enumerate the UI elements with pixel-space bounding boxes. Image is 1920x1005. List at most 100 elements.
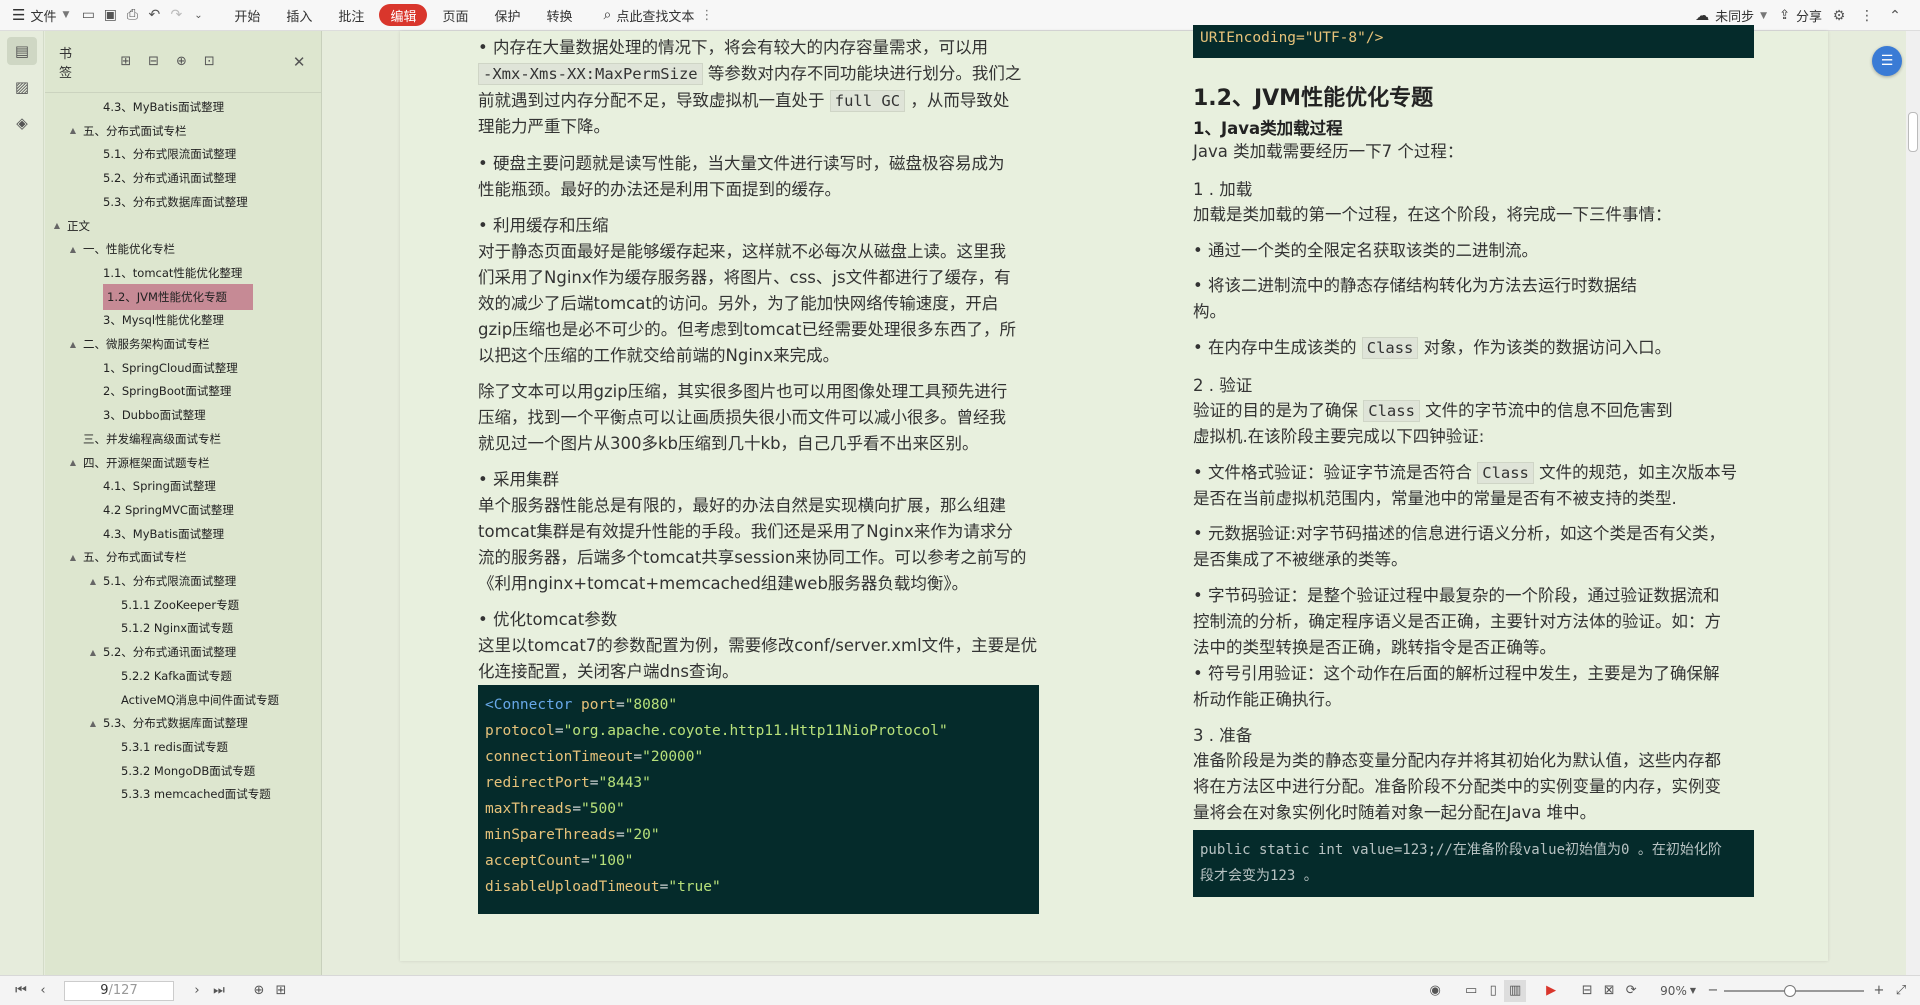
zoom-level[interactable]: 90% [1660,984,1687,998]
zoom-in-icon[interactable]: + [1868,980,1890,1002]
vertical-scrollbar[interactable] [1906,31,1920,975]
zoom-out-icon[interactable]: − [1702,980,1724,1002]
play-icon[interactable]: ▶ [1540,980,1562,1002]
insert-page-icon[interactable]: ⊕ [248,980,270,1002]
annotation-panel-icon[interactable]: ◈ [7,109,37,137]
bookmark-item[interactable]: ▲ 五、分布式面试专栏 [67,544,187,570]
share-button[interactable]: 分享 [1796,6,1822,25]
bookmark-item[interactable]: 5.1.2 Nginx面试专题 [105,615,233,641]
bookmark-item[interactable]: 5.2、分布式通讯面试整理 [87,165,236,191]
bookmark-item[interactable]: ▲ 正文 [51,213,90,239]
tab-3[interactable]: 编辑 [379,4,428,26]
open-folder-icon[interactable]: ▭ [77,4,99,26]
tab-2[interactable]: 批注 [327,4,375,26]
bookmark-item[interactable]: ▲ 四、开源框架面试题专栏 [67,450,210,476]
expand-toggle-icon[interactable]: ▲ [87,719,99,728]
floating-tools-button[interactable]: ☰ [1872,46,1902,76]
expand-toggle-icon[interactable]: ▲ [67,245,79,254]
double-page-view-icon[interactable]: ▥ [1504,979,1527,1002]
fit-width-icon[interactable]: ⊟ [1576,980,1598,1002]
expand-toggle-icon[interactable]: ▲ [67,553,79,562]
expand-toggle-icon[interactable]: ▲ [51,221,63,230]
expand-toggle-icon[interactable]: ▲ [87,577,99,586]
more-dropdown-icon[interactable]: ⌄ [187,4,209,26]
tab-6[interactable]: 转换 [535,4,583,26]
bookmark-item[interactable]: 3、Mysql性能优化整理 [87,307,224,333]
page-number-input[interactable]: 9 /127 [64,980,174,1001]
bookmark-item[interactable]: ▲ 一、性能优化专栏 [67,236,175,262]
bookmark-item[interactable]: 5.1、分布式限流面试整理 [87,141,236,167]
bookmark-item[interactable]: 5.3.1 redis面试专题 [105,734,228,760]
expand-toggle-icon[interactable]: ▲ [67,126,79,135]
bookmark-item[interactable]: ▲ 五、分布式面试专栏 [67,118,187,144]
collapse-all-icon[interactable]: ⊟ [146,53,162,71]
tab-4[interactable]: 页面 [431,4,479,26]
bookmark-item[interactable]: 2、SpringBoot面试整理 [87,378,231,404]
file-menu[interactable]: ☰ 文件 ▼ [0,3,77,27]
zoom-slider[interactable] [1724,984,1864,997]
tab-0[interactable]: 开始 [223,4,271,26]
bookmark-item[interactable]: 1.1、tomcat性能优化整理 [87,260,242,286]
bookmark-item[interactable]: 5.2.2 Kafka面试专题 [105,663,232,689]
tab-5[interactable]: 保护 [483,4,531,26]
first-page-icon[interactable]: ⏮ [10,980,32,1002]
code-value: "8443" [598,775,651,791]
share-icon[interactable]: ⇪ [1779,8,1790,23]
expand-toggle-icon[interactable]: ▲ [87,648,99,657]
eye-protection-icon[interactable]: ◉ [1424,980,1446,1002]
vertical-scrollbar-thumb[interactable] [1908,112,1918,152]
expand-toggle-icon[interactable]: ▲ [67,458,79,467]
bookmark-item[interactable]: 1、SpringCloud面试整理 [87,355,238,381]
bookmark-item[interactable]: ▲ 二、微服务架构面试专栏 [67,331,210,357]
add-bookmark-icon[interactable]: ⊕ [174,53,190,71]
bookmark-item[interactable]: 三、并发编程高级面试专栏 [67,426,221,452]
continuous-view-icon[interactable]: ▯ [1482,980,1504,1002]
bookmark-settings-icon[interactable]: ⊡ [201,53,217,71]
paragraph: • 字节码验证：是整个验证过程中最复杂的一个阶段，通过验证数据流和 [1193,586,1720,605]
bookmark-item[interactable]: 4.1、Spring面试整理 [87,473,216,499]
redo-icon[interactable]: ↷ [165,4,187,26]
bookmark-panel-icon[interactable]: ▤ [7,37,37,65]
thumbnail-panel-icon[interactable]: ▨ [7,73,37,101]
close-icon[interactable]: ✕ [291,53,307,71]
text: • 文件格式验证：验证字节流是否符合 [1193,463,1478,482]
search-box[interactable]: ⌕ 点此查找文本 ⋮ [596,3,722,27]
zoom-slider-knob[interactable] [1784,984,1796,997]
bookmark-item[interactable]: 5.3、分布式数据库面试整理 [87,189,248,215]
bookmark-item[interactable]: 4.2 SpringMVC面试整理 [87,497,234,523]
status-bar: ⏮ ‹ 9 /127 › ⏭ ⊕ ⊞ ◉ ▭ ▯ ▥ ▶ ⊟ ⊠ ⟳ 90% ▼… [0,975,1920,1005]
bookmark-item[interactable]: ▲ 5.2、分布式通讯面试整理 [87,639,236,665]
print-icon[interactable]: ⎙ [121,4,143,26]
last-page-icon[interactable]: ⏭ [208,980,230,1002]
bookmark-item[interactable]: 4.3、MyBatis面试整理 [87,94,224,120]
rotate-icon[interactable]: ⟳ [1620,980,1642,1002]
save-icon[interactable]: ▣ [99,4,121,26]
bookmark-item[interactable]: 5.1.1 ZooKeeper专题 [105,592,239,618]
file-menu-label: 文件 [30,9,57,25]
current-page: 9 [100,983,109,998]
prev-page-icon[interactable]: ‹ [32,980,54,1002]
collapse-icon[interactable]: ⌃ [1884,5,1906,27]
fit-page-icon[interactable]: ⊠ [1598,980,1620,1002]
page-settings-icon[interactable]: ⊞ [270,980,292,1002]
single-page-view-icon[interactable]: ▭ [1460,980,1482,1002]
chevron-down-icon[interactable]: ▼ [1690,986,1696,995]
bookmark-item[interactable]: 4.3、MyBatis面试整理 [87,521,224,547]
expand-all-icon[interactable]: ⊞ [118,53,134,71]
bookmark-item[interactable]: ▲ 5.1、分布式限流面试整理 [87,568,236,594]
expand-toggle-icon[interactable]: ▲ [67,340,79,349]
gear-icon[interactable]: ⚙ [1828,5,1850,27]
cloud-sync-icon[interactable]: ☁ [1695,8,1709,24]
bookmark-item[interactable]: ActiveMQ消息中间件面试专题 [105,687,279,713]
fullscreen-icon[interactable]: ⤢ [1890,980,1912,1002]
bookmark-item[interactable]: 5.3.3 memcached面试专题 [105,781,271,807]
bookmark-item[interactable]: 1.2、JVM性能优化专题 [87,283,253,310]
bookmark-item[interactable]: 3、Dubbo面试整理 [87,402,206,428]
bookmark-item[interactable]: 5.3.2 MongoDB面试专题 [105,758,255,784]
sync-status[interactable]: 未同步 [1715,6,1754,25]
tab-1[interactable]: 插入 [275,4,323,26]
bookmark-item[interactable]: ▲ 5.3、分布式数据库面试整理 [87,710,248,736]
next-page-icon[interactable]: › [186,980,208,1002]
more-vertical-icon[interactable]: ⋮ [1856,5,1878,27]
undo-icon[interactable]: ↶ [143,4,165,26]
